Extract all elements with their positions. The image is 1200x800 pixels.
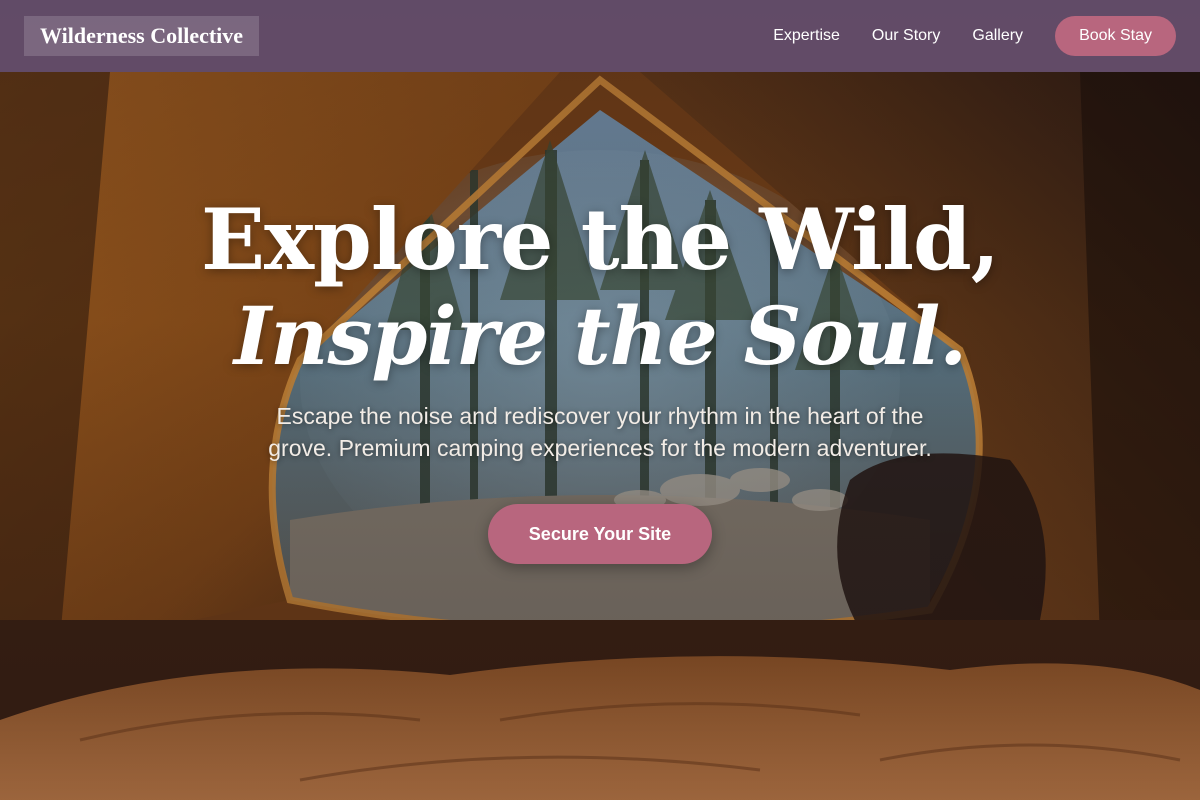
nav-link-our-story[interactable]: Our Story <box>872 27 940 45</box>
hero-content: Explore the Wild, Inspire the Soul. Esca… <box>150 190 1050 564</box>
nav-links: Expertise Our Story Gallery Book Stay <box>741 16 1176 56</box>
hero-headline-line1: Explore the Wild, <box>201 190 1000 289</box>
book-stay-button[interactable]: Book Stay <box>1055 16 1176 56</box>
hero-subtext: Escape the noise and rediscover your rhy… <box>268 403 932 461</box>
brand-logo[interactable]: Wilderness Collective <box>24 16 260 56</box>
nav-link-expertise[interactable]: Expertise <box>773 27 840 45</box>
secure-your-site-button[interactable]: Secure Your Site <box>488 504 712 564</box>
hero-headline-line2: Inspire the Soul. <box>233 289 967 383</box>
nav-link-gallery[interactable]: Gallery <box>972 27 1023 45</box>
top-navbar: Wilderness Collective Expertise Our Stor… <box>0 0 1200 72</box>
